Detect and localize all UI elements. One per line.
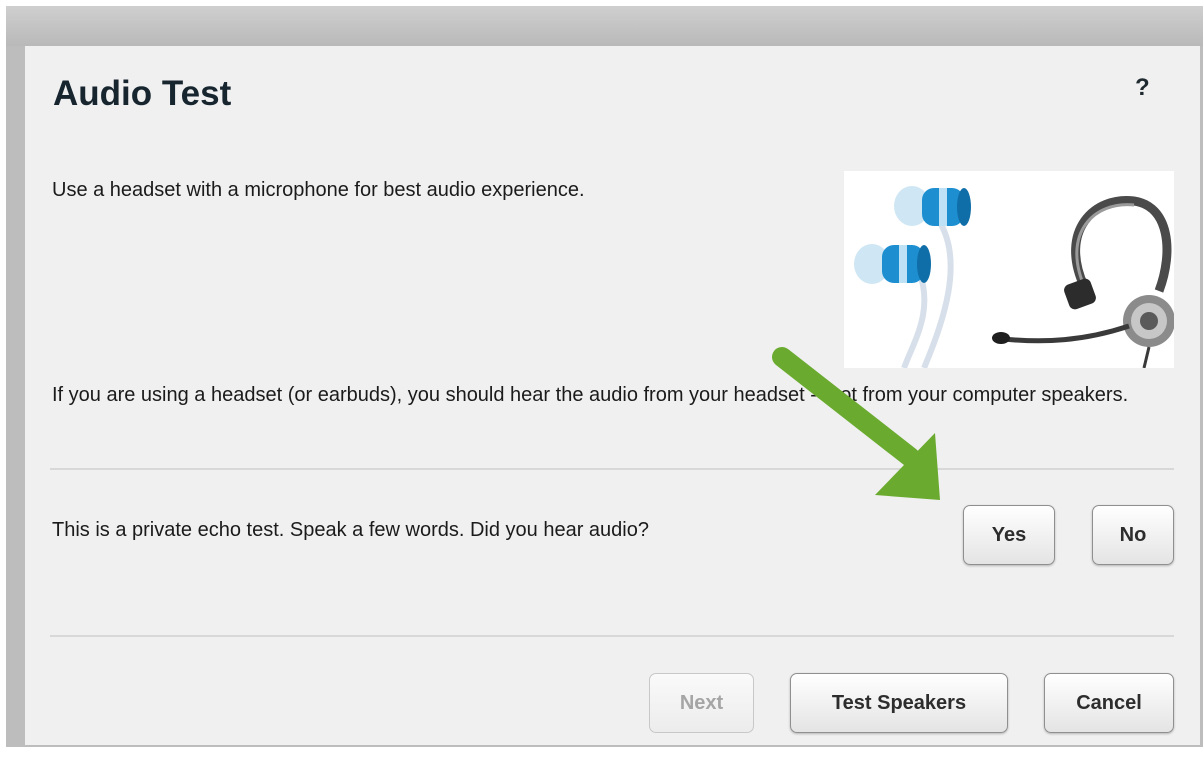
help-icon[interactable]: ?: [1135, 74, 1150, 102]
cancel-button[interactable]: Cancel: [1044, 673, 1174, 733]
green-arrow-icon: [772, 347, 940, 500]
no-button[interactable]: No: [1092, 505, 1174, 565]
headset-image: [844, 171, 1175, 370]
divider: [50, 468, 1174, 470]
yes-button[interactable]: Yes: [963, 505, 1055, 565]
test-speakers-button[interactable]: Test Speakers: [790, 673, 1008, 733]
divider: [50, 635, 1174, 637]
frame-title-bar: [6, 6, 1203, 46]
window-frame: Audio Test ? Use a headset with a microp…: [6, 6, 1203, 747]
audio-test-dialog: Audio Test ? Use a headset with a microp…: [25, 46, 1200, 745]
dialog-title: Audio Test: [53, 74, 232, 113]
headset-instructions-text: If you are using a headset (or earbuds),…: [52, 384, 1129, 406]
echo-test-text: This is a private echo test. Speak a few…: [52, 519, 649, 541]
next-button[interactable]: Next: [649, 673, 754, 733]
intro-text: Use a headset with a microphone for best…: [52, 179, 585, 201]
headset-earbuds-illustration: [854, 186, 1175, 370]
